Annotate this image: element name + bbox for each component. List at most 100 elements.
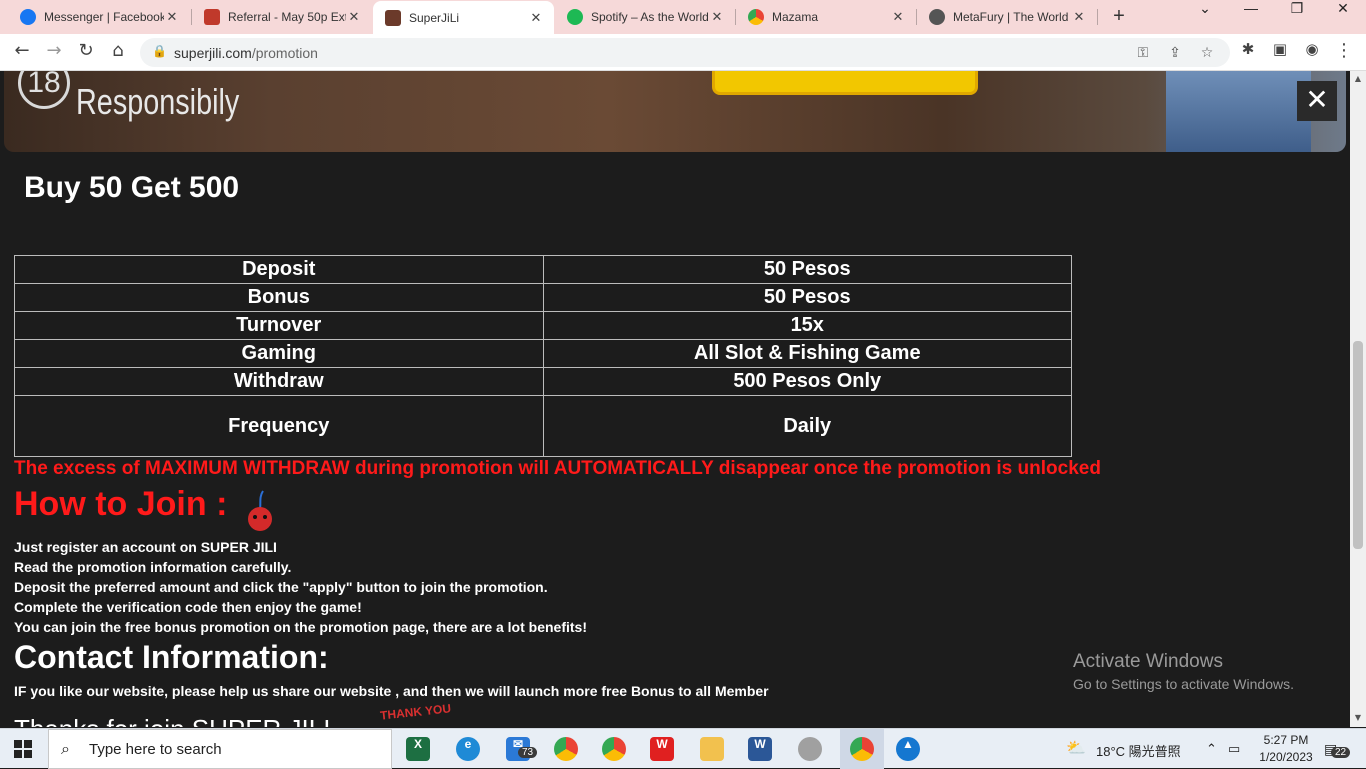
contact-heading: Contact Information: <box>14 639 329 675</box>
row-value: 15x <box>542 311 1072 340</box>
tab-superjili[interactable]: SuperJiLi ✕ <box>373 1 554 35</box>
close-tab-icon[interactable]: ✕ <box>346 9 362 25</box>
restore-button[interactable]: ❐ <box>1274 0 1320 30</box>
chrome-icon[interactable] <box>554 737 578 761</box>
row-value: All Slot & Fishing Game <box>542 339 1072 368</box>
contact-text: IF you like our website, please help us … <box>14 683 769 699</box>
tab-title: Messenger | Facebook <box>44 10 164 24</box>
close-tab-icon[interactable]: ✕ <box>709 9 725 25</box>
close-tab-icon[interactable]: ✕ <box>164 9 180 25</box>
search-placeholder: Type here to search <box>89 741 222 758</box>
url-path: /promotion <box>251 45 318 61</box>
row-label: Bonus <box>14 283 544 312</box>
list-item: Read the promotion information carefully… <box>14 559 292 575</box>
row-value: 50 Pesos <box>542 283 1072 312</box>
wps-office-icon[interactable]: W <box>650 737 674 761</box>
close-tab-icon[interactable]: ✕ <box>528 10 544 26</box>
clock-time: 5:27 PM <box>1263 733 1309 747</box>
tab-referral[interactable]: Referral - May 50p Ext ✕ <box>192 0 372 34</box>
browser-toolbar: ← → ↻ ⌂ 🔒 superjili.com/promotion ⚿ ⇪ ☆ … <box>0 34 1366 71</box>
row-label: Deposit <box>14 255 544 284</box>
list-item: Complete the verification code then enjo… <box>14 599 362 615</box>
vpn-app-icon[interactable]: ▲ <box>896 737 920 761</box>
tab-mazama[interactable]: Mazama ✕ <box>736 0 916 34</box>
home-icon[interactable]: ⌂ <box>106 40 130 64</box>
table-row: Gaming All Slot & Fishing Game <box>14 339 1072 368</box>
how-to-join-heading: How to Join : <box>14 485 228 523</box>
cherry-icon <box>248 490 272 531</box>
close-icon[interactable]: ✕ <box>1297 81 1337 121</box>
table-row: Bonus 50 Pesos <box>14 283 1072 312</box>
table-row: Turnover 15x <box>14 311 1072 340</box>
banner-button-graphic <box>712 71 978 95</box>
taskbar-clock[interactable]: 5:27 PM 1/20/2023 <box>1254 732 1318 766</box>
menu-icon[interactable]: ⋮ <box>1332 40 1356 64</box>
game-app-icon[interactable] <box>798 737 822 761</box>
chrome-superjili-icon[interactable] <box>850 737 874 761</box>
table-row: Frequency Daily <box>14 395 1072 457</box>
address-bar[interactable]: 🔒 superjili.com/promotion ⚿ ⇪ ☆ <box>140 38 1230 67</box>
file-explorer-icon[interactable] <box>700 737 724 761</box>
spotify-icon <box>567 9 583 25</box>
table-row: Deposit 50 Pesos <box>14 255 1072 284</box>
url-text[interactable]: superjili.com/promotion <box>174 45 318 61</box>
row-label: Withdraw <box>14 367 544 396</box>
facebook-icon <box>20 9 36 25</box>
chrome-icon <box>748 9 764 25</box>
close-window-button[interactable]: ✕ <box>1320 0 1366 30</box>
list-item: Just register an account on SUPER JILI <box>14 539 277 555</box>
weather-text[interactable]: 18°C 陽光普照 <box>1096 741 1181 760</box>
close-tab-icon[interactable]: ✕ <box>890 9 906 25</box>
edge-icon[interactable]: e <box>456 737 480 761</box>
row-label: Frequency <box>14 395 544 457</box>
network-icon[interactable]: ▭ <box>1228 741 1240 757</box>
bookmark-star-icon[interactable]: ☆ <box>1198 44 1216 62</box>
scrollbar-thumb[interactable] <box>1353 341 1363 549</box>
forward-icon[interactable]: → <box>42 40 66 64</box>
thank-you-sticker: THANK YOU <box>379 701 452 723</box>
close-tab-icon[interactable]: ✕ <box>1071 9 1087 25</box>
reload-icon[interactable]: ↻ <box>74 40 98 64</box>
row-label: Turnover <box>14 311 544 340</box>
scroll-up-arrow-icon[interactable]: ▲ <box>1353 74 1363 83</box>
tab-spotify[interactable]: Spotify – As the World ✕ <box>555 0 735 34</box>
word-icon[interactable]: W <box>748 737 772 761</box>
tab-search-chevron-icon[interactable]: ⌄ <box>1182 0 1228 30</box>
page-scrollbar[interactable]: ▲ ▼ <box>1350 71 1366 727</box>
taskbar-search[interactable]: ⌕ Type here to search <box>48 729 392 769</box>
age-18-icon: 18 <box>18 71 70 109</box>
watermark-title: Activate Windows <box>1073 651 1223 672</box>
join-steps: Just register an account on SUPER JILI R… <box>14 537 587 637</box>
list-item: Deposit the preferred amount and click t… <box>14 579 548 595</box>
side-panel-icon[interactable]: ▣ <box>1268 40 1292 64</box>
key-icon[interactable]: ⚿ <box>1134 44 1152 62</box>
tab-messenger[interactable]: Messenger | Facebook ✕ <box>8 0 190 34</box>
share-icon[interactable]: ⇪ <box>1166 44 1184 62</box>
tab-separator <box>1097 9 1098 25</box>
notification-badge: 22 <box>1331 747 1351 758</box>
back-icon[interactable]: ← <box>10 40 34 64</box>
extensions-icon[interactable]: ✱ <box>1236 40 1260 64</box>
url-domain: superjili.com <box>174 45 252 61</box>
chrome-profile-icon[interactable] <box>602 737 626 761</box>
promo-banner-image: 18 Responsibily <box>4 71 1346 152</box>
windows-start-icon[interactable] <box>14 740 32 758</box>
tab-title: Referral - May 50p Ext <box>228 10 346 24</box>
withdraw-warning: The excess of MAXIMUM WITHDRAW during pr… <box>14 458 1101 479</box>
tab-title: Spotify – As the World <box>591 10 709 24</box>
search-icon: ⌕ <box>61 739 70 758</box>
tab-strip: Messenger | Facebook ✕ Referral - May 50… <box>0 0 1366 35</box>
excel-icon[interactable]: X <box>406 737 430 761</box>
profile-avatar-icon[interactable]: ◉ <box>1300 40 1324 64</box>
tab-metafury[interactable]: MetaFury | The World ✕ <box>917 0 1097 34</box>
scroll-down-arrow-icon[interactable]: ▼ <box>1353 713 1363 722</box>
row-value: 50 Pesos <box>542 255 1072 284</box>
lock-icon[interactable]: 🔒 <box>152 44 167 58</box>
windows-taskbar: ⌕ Type here to search X e ✉ 73 W W ▲ ⛅ 1… <box>0 728 1366 769</box>
tray-chevron-icon[interactable]: ⌃ <box>1206 741 1217 757</box>
watermark-subtitle: Go to Settings to activate Windows. <box>1073 676 1294 692</box>
tab-title: MetaFury | The World <box>953 10 1069 24</box>
minimize-button[interactable]: — <box>1228 0 1274 30</box>
weather-icon[interactable]: ⛅ <box>1066 738 1086 758</box>
new-tab-button[interactable]: + <box>1108 5 1130 27</box>
